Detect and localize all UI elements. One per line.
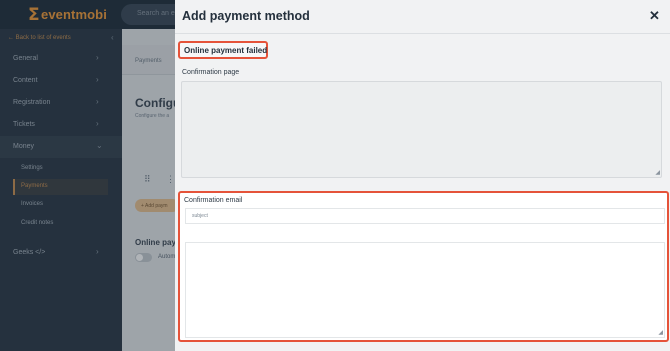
resize-handle-icon[interactable]: ◢ [655,170,660,176]
email-body-textarea[interactable]: ◢ [185,242,665,338]
confirmation-email-highlight: Confirmation email ◢ [178,191,669,342]
subject-input[interactable] [185,208,665,224]
modal-header: Add payment method ✕ [175,0,670,34]
close-icon[interactable]: ✕ [649,9,660,23]
section-title: Online payment failed [184,46,268,55]
confirmation-page-label: Confirmation page [182,69,240,76]
section-title-highlight: Online payment failed [178,41,268,59]
confirmation-email-label: Confirmation email [184,197,243,204]
modal-title: Add payment method [182,9,310,23]
confirmation-page-textarea[interactable]: ◢ [181,81,662,178]
add-payment-method-modal: Add payment method ✕ Online payment fail… [175,0,670,351]
resize-handle-icon[interactable]: ◢ [658,330,663,336]
